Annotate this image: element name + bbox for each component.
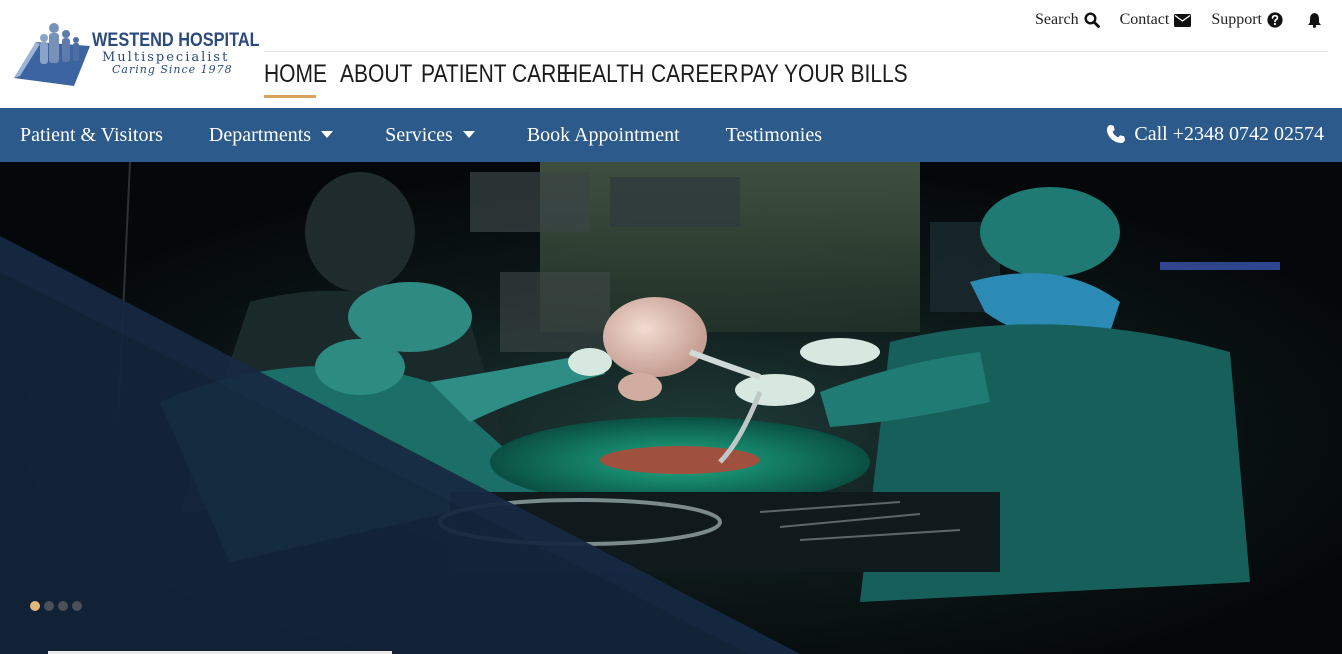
slide-dot[interactable] <box>44 601 54 611</box>
slider-pagination <box>30 601 82 611</box>
hero-surgery-image <box>0 162 1342 654</box>
question-circle-icon <box>1267 12 1283 28</box>
secondary-nav-bar: Patient & Visitors Departments Services … <box>0 108 1342 162</box>
utility-nav: Search Contact Support <box>1035 8 1322 32</box>
slide-dot[interactable] <box>58 601 68 611</box>
nav-patient-visitors[interactable]: Patient & Visitors <box>20 124 163 147</box>
phone-icon <box>1107 125 1126 143</box>
support-label: Support <box>1211 11 1262 28</box>
call-link[interactable]: Call +2348 0742 02574 <box>1106 108 1324 160</box>
support-link[interactable]: Support <box>1211 11 1283 29</box>
bell-icon <box>1308 13 1321 28</box>
nav-home[interactable]: HOME <box>264 60 327 92</box>
nav-testimonies[interactable]: Testimonies <box>726 124 822 147</box>
nav-book-appointment-label: Book Appointment <box>526 123 680 146</box>
top-header: WESTEND HOSPITAL Multispecialist Caring … <box>0 0 1342 108</box>
header-divider <box>264 51 1328 52</box>
contact-label: Contact <box>1119 11 1170 28</box>
nav-book-appointment[interactable]: Book Appointment <box>527 124 680 147</box>
call-label: Call +2348 0742 02574 <box>1134 122 1324 145</box>
search-icon <box>1084 12 1100 28</box>
active-nav-underline <box>264 95 316 98</box>
nav-patient-visitors-label: Patient & Visitors <box>20 123 163 146</box>
search-label: Search <box>1035 11 1079 28</box>
main-nav: HOME ABOUT PATIENT CARE HEALTH CAREER PA… <box>264 60 908 98</box>
hero-slider <box>0 162 1342 654</box>
slide-dot[interactable] <box>30 601 40 611</box>
nav-about[interactable]: ABOUT <box>340 60 412 92</box>
secondary-nav: Patient & Visitors Departments Services … <box>20 108 822 162</box>
logo-emblem-icon <box>14 23 90 86</box>
slide-dot[interactable] <box>72 601 82 611</box>
logo-tagline: Caring Since 1978 <box>112 63 233 76</box>
nav-patient-care[interactable]: PATIENT CARE <box>421 60 570 92</box>
search-link[interactable]: Search <box>1035 11 1100 29</box>
nav-career[interactable]: CAREER <box>651 60 739 92</box>
nav-departments[interactable]: Departments <box>208 123 334 147</box>
hospital-logo[interactable]: WESTEND HOSPITAL Multispecialist Caring … <box>14 18 260 90</box>
nav-departments-label: Departments <box>208 123 312 146</box>
nav-pay-your-bills[interactable]: PAY YOUR BILLS <box>740 60 908 92</box>
nav-services-label: Services <box>385 123 453 146</box>
logo-name: WESTEND HOSPITAL <box>92 30 260 51</box>
caret-down-icon <box>462 131 475 138</box>
contact-link[interactable]: Contact <box>1120 11 1192 29</box>
nav-services[interactable]: Services <box>385 124 475 147</box>
caret-down-icon <box>321 131 334 138</box>
nav-testimonies-label: Testimonies <box>725 123 823 146</box>
envelope-icon <box>1174 13 1192 27</box>
nav-health[interactable]: HEALTH <box>563 60 644 92</box>
notifications-button[interactable] <box>1307 12 1322 28</box>
